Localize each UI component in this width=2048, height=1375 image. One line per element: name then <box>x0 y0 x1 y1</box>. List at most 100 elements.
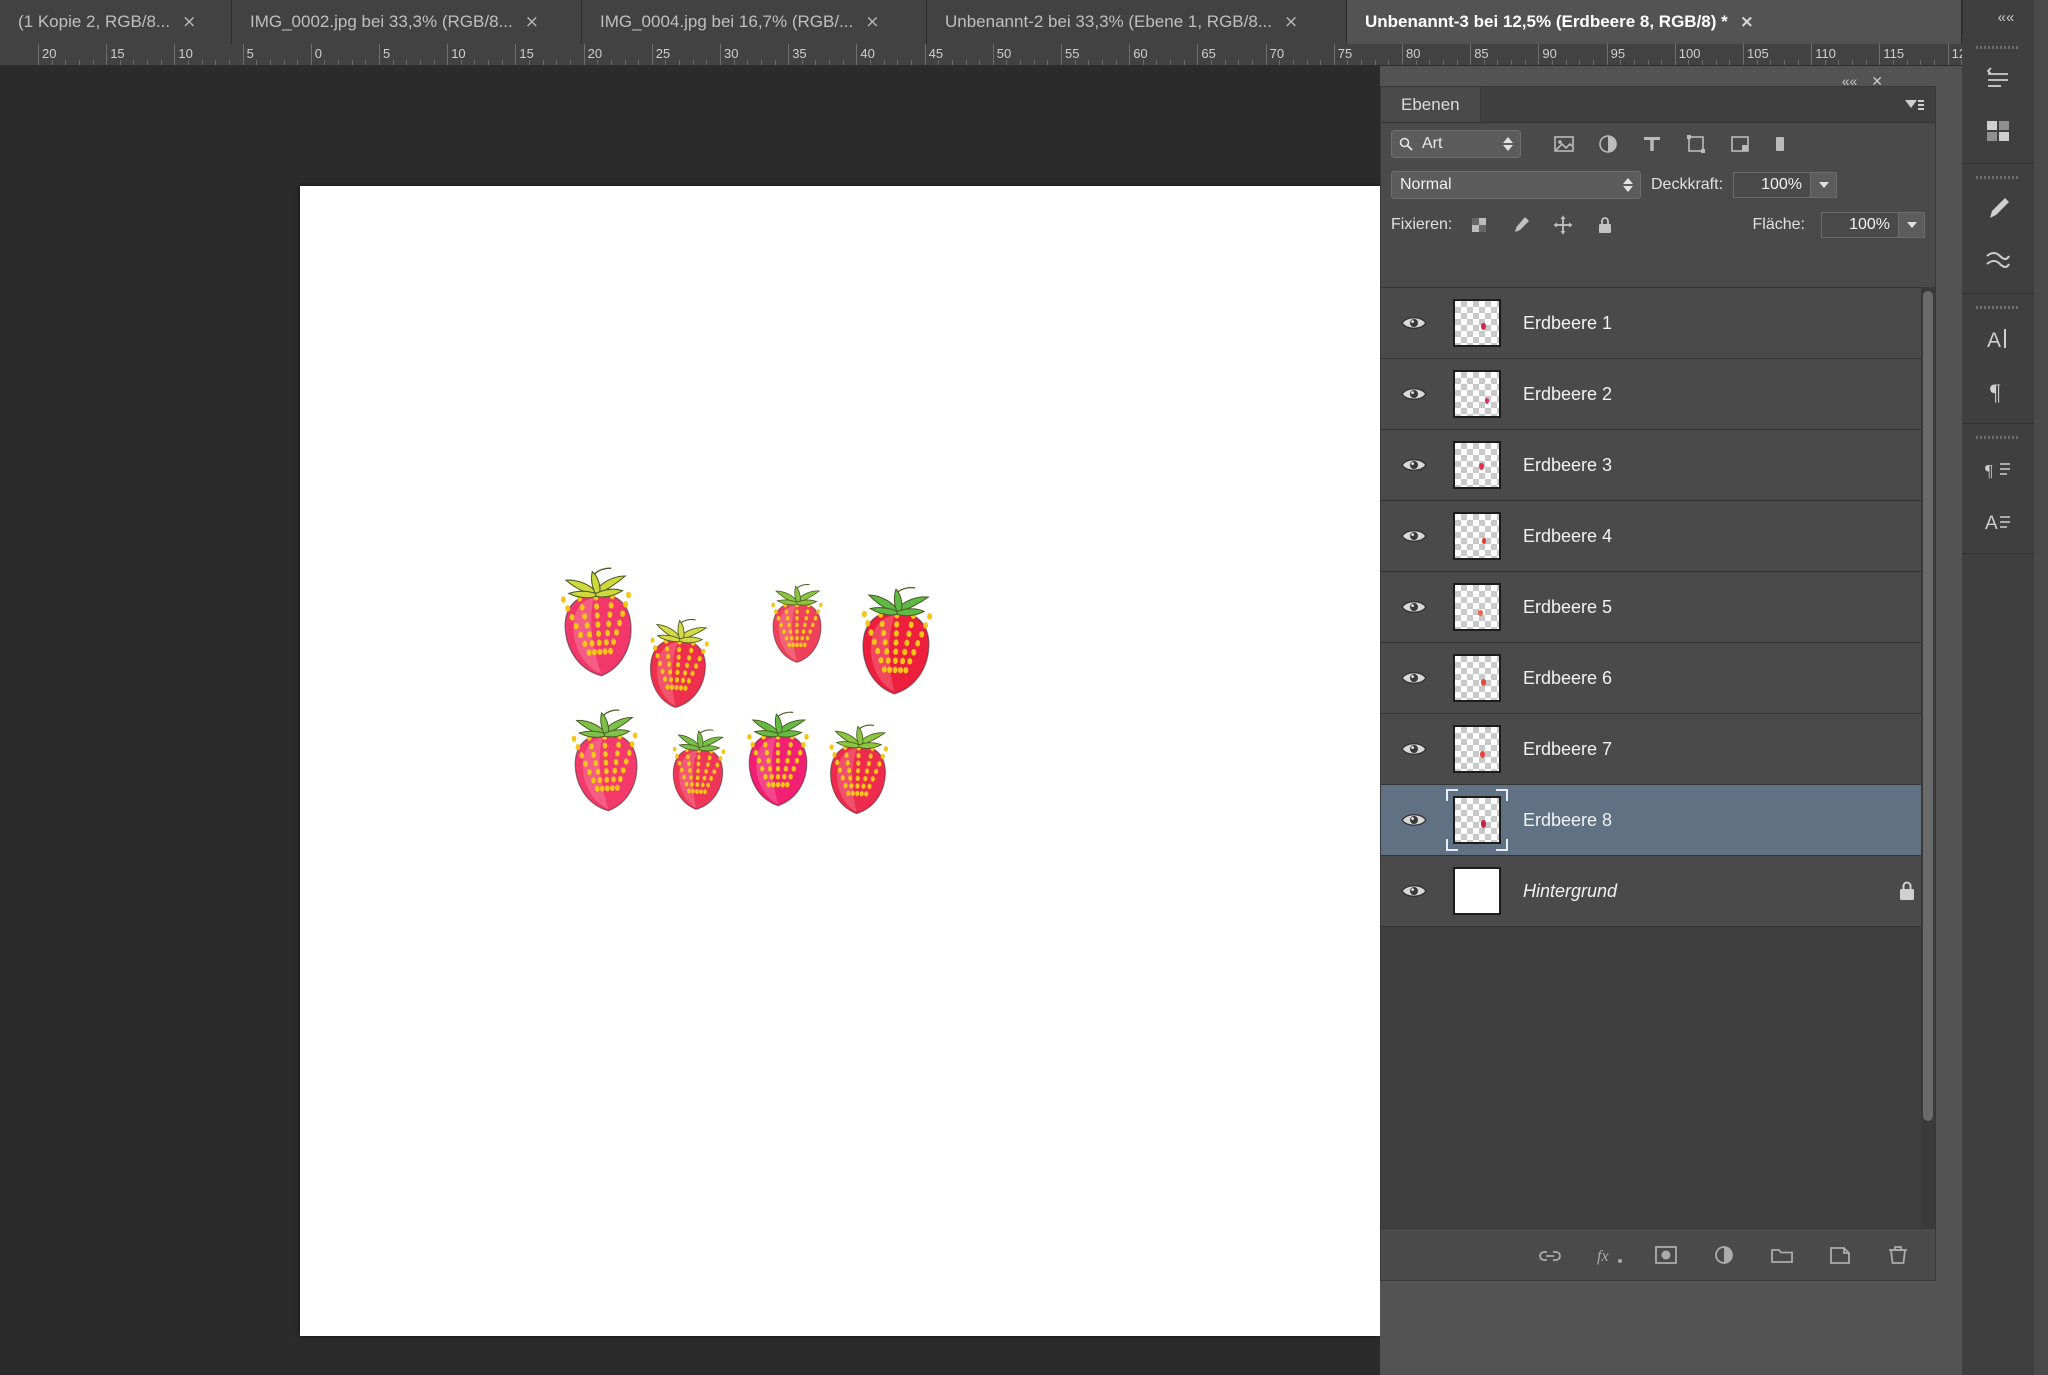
paragraph-icon[interactable]: ¶ <box>1962 365 2034 417</box>
delete-layer-icon[interactable] <box>1885 1243 1909 1267</box>
ruler-minor-tick <box>1183 60 1185 65</box>
canvas-area[interactable] <box>0 66 1380 1375</box>
rail-drag-handle[interactable] <box>1976 304 2020 311</box>
rail-drag-handle[interactable] <box>1976 174 2020 181</box>
smartobject-filter-icon[interactable] <box>1729 133 1751 155</box>
layer-row[interactable]: Erdbeere 4 <box>1381 501 1935 572</box>
svg-text:¶: ¶ <box>1985 461 1993 480</box>
layer-name[interactable]: Hintergrund <box>1511 881 1879 902</box>
layer-visibility-toggle[interactable] <box>1385 314 1443 332</box>
scrollbar-thumb[interactable] <box>1923 291 1933 1121</box>
filter-kind-spinner[interactable] <box>1503 137 1513 151</box>
close-icon[interactable]: × <box>525 13 539 31</box>
layer-visibility-toggle[interactable] <box>1385 385 1443 403</box>
document-tab-3[interactable]: IMG_0004.jpg bei 16,7% (RGB/... × <box>582 0 927 44</box>
pixel-filter-icon[interactable] <box>1553 133 1575 155</box>
layer-name[interactable]: Erdbeere 1 <box>1511 313 1879 334</box>
layer-name[interactable]: Erdbeere 5 <box>1511 597 1879 618</box>
horizontal-ruler[interactable]: 20 15 10 5 0 5 10 15 20 25 30 35 40 45 50 55 60 65 70 75 80 8… <box>0 44 1962 66</box>
adjustment-filter-icon[interactable] <box>1597 133 1619 155</box>
history-icon[interactable] <box>1962 53 2034 105</box>
character-icon[interactable]: A <box>1962 313 2034 365</box>
layer-thumbnail[interactable] <box>1443 654 1511 702</box>
link-layers-icon[interactable] <box>1537 1243 1561 1267</box>
layer-list-scrollbar[interactable] <box>1921 287 1935 1228</box>
fill-dropdown-arrow[interactable] <box>1899 212 1925 238</box>
layer-visibility-toggle[interactable] <box>1385 456 1443 474</box>
lock-position-icon[interactable] <box>1552 214 1574 236</box>
layer-name[interactable]: Erdbeere 3 <box>1511 455 1879 476</box>
layer-row[interactable]: Erdbeere 6 <box>1381 643 1935 714</box>
document-tab-1[interactable]: (1 Kopie 2, RGB/8... × <box>0 0 232 44</box>
lock-all-icon[interactable] <box>1594 214 1616 236</box>
lock-image-icon[interactable] <box>1510 214 1532 236</box>
panel-menu-icon[interactable] <box>1903 96 1925 114</box>
shape-filter-icon[interactable] <box>1685 133 1707 155</box>
paragraph-styles-icon[interactable]: A <box>1962 495 2034 547</box>
document-canvas[interactable] <box>300 186 1380 1336</box>
layer-visibility-toggle[interactable] <box>1385 598 1443 616</box>
lock-transparency-icon[interactable] <box>1468 214 1490 236</box>
filter-kind-select[interactable]: Art <box>1391 130 1521 158</box>
layer-thumbnail[interactable] <box>1443 299 1511 347</box>
layer-thumbnail[interactable] <box>1443 370 1511 418</box>
layer-row[interactable]: Erdbeere 3 <box>1381 430 1935 501</box>
layer-mask-icon[interactable] <box>1653 1243 1677 1267</box>
document-tab-5[interactable]: Unbenannt-3 bei 12,5% (Erdbeere 8, RGB/8… <box>1347 0 1962 44</box>
ruler-minor-tick <box>1020 60 1022 65</box>
ruler-minor-tick <box>965 60 967 65</box>
layer-row[interactable]: Hintergrund <box>1381 856 1935 927</box>
layer-visibility-toggle[interactable] <box>1385 811 1443 829</box>
character-styles-icon[interactable]: ¶ <box>1962 443 2034 495</box>
adjustment-layer-icon[interactable] <box>1711 1243 1735 1267</box>
rail-drag-handle[interactable] <box>1976 434 2020 441</box>
layer-visibility-toggle[interactable] <box>1385 740 1443 758</box>
tab-ebenen[interactable]: Ebenen <box>1381 87 1481 122</box>
layer-thumbnail[interactable] <box>1443 512 1511 560</box>
layer-visibility-toggle[interactable] <box>1385 527 1443 545</box>
layer-thumbnail[interactable] <box>1443 725 1511 773</box>
ruler-minor-tick <box>1347 60 1349 65</box>
layer-name[interactable]: Erdbeere 4 <box>1511 526 1879 547</box>
fill-control[interactable]: 100% <box>1821 212 1925 238</box>
layer-name[interactable]: Erdbeere 2 <box>1511 384 1879 405</box>
fill-value[interactable]: 100% <box>1821 212 1899 238</box>
filter-toggle-icon[interactable] <box>1773 133 1795 155</box>
close-icon[interactable]: × <box>1740 13 1754 31</box>
close-icon[interactable]: × <box>1284 13 1298 31</box>
new-group-icon[interactable] <box>1769 1243 1793 1267</box>
document-tab-4[interactable]: Unbenannt-2 bei 33,3% (Ebene 1, RGB/8...… <box>927 0 1347 44</box>
layer-visibility-toggle[interactable] <box>1385 882 1443 900</box>
brush-presets-icon[interactable] <box>1962 235 2034 287</box>
layer-name[interactable]: Erdbeere 6 <box>1511 668 1879 689</box>
new-layer-icon[interactable] <box>1827 1243 1851 1267</box>
layer-thumbnail[interactable] <box>1443 583 1511 631</box>
close-icon[interactable]: × <box>182 13 196 31</box>
blend-mode-select[interactable]: Normal <box>1391 171 1641 199</box>
layer-row[interactable]: Erdbeere 5 <box>1381 572 1935 643</box>
layer-row[interactable]: Erdbeere 8 <box>1381 785 1935 856</box>
opacity-value[interactable]: 100% <box>1733 172 1812 198</box>
layer-name[interactable]: Erdbeere 7 <box>1511 739 1879 760</box>
rail-drag-handle[interactable] <box>1976 44 2020 51</box>
layer-row[interactable]: Erdbeere 1 <box>1381 288 1935 359</box>
layer-thumbnail[interactable] <box>1443 867 1511 915</box>
swatches-icon[interactable] <box>1962 105 2034 157</box>
opacity-control[interactable]: 100% <box>1733 172 1838 198</box>
close-icon[interactable]: × <box>865 13 879 31</box>
layer-thumbnail[interactable] <box>1443 441 1511 489</box>
blend-mode-spinner[interactable] <box>1623 178 1633 192</box>
layer-style-icon[interactable]: fx <box>1595 1243 1622 1267</box>
type-filter-icon[interactable] <box>1641 133 1663 155</box>
layer-list[interactable]: Erdbeere 1 Erdbeere 2 Erdbeere 3 Erdbeere 4… <box>1381 287 1935 1228</box>
eye-icon <box>1401 601 1427 613</box>
opacity-dropdown-arrow[interactable] <box>1811 172 1838 198</box>
layer-name[interactable]: Erdbeere 8 <box>1511 810 1879 831</box>
double-chevron-icon[interactable]: «« <box>1963 0 2048 34</box>
layer-row[interactable]: Erdbeere 2 <box>1381 359 1935 430</box>
layer-visibility-toggle[interactable] <box>1385 669 1443 687</box>
document-tab-2[interactable]: IMG_0002.jpg bei 33,3% (RGB/8... × <box>232 0 582 44</box>
brush-icon[interactable] <box>1962 183 2034 235</box>
layer-row[interactable]: Erdbeere 7 <box>1381 714 1935 785</box>
layer-thumbnail[interactable] <box>1443 789 1511 851</box>
